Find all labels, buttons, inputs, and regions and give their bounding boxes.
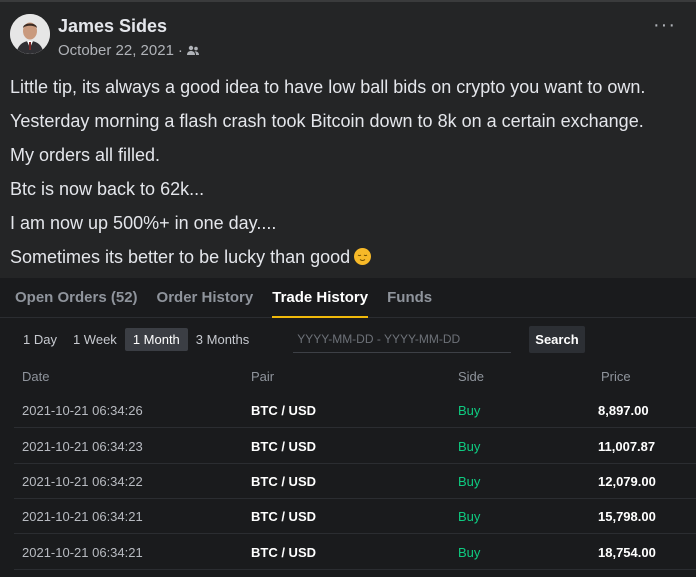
post-line-last: Sometimes its better to be lucky than go…: [10, 240, 690, 274]
table-row: 2021-10-21 06:34:26 BTC / USD Buy 8,897.…: [14, 392, 696, 428]
date-range-input[interactable]: [293, 325, 512, 353]
tab-order-history[interactable]: Order History: [157, 289, 254, 306]
trade-date: 2021-10-21 06:34:21: [22, 509, 143, 524]
trade-price: 18,754.00: [598, 545, 656, 560]
trade-side: Buy: [458, 403, 481, 418]
trade-side: Buy: [458, 439, 481, 454]
profile-photo-icon: [10, 14, 50, 54]
post-line: Little tip, its always a good idea to ha…: [10, 77, 646, 97]
trade-price: 12,079.00: [598, 474, 656, 489]
friends-icon[interactable]: [186, 45, 199, 56]
post-top-border: [0, 0, 696, 2]
author-name[interactable]: James Sides: [58, 16, 167, 37]
tab-open-orders[interactable]: Open Orders (52): [15, 289, 138, 306]
post-meta: October 22, 2021 ·: [58, 42, 199, 59]
search-button[interactable]: Search: [529, 325, 585, 353]
date-filters: 1 Day 1 Week 1 Month 3 Months Search: [0, 324, 696, 354]
trade-side: Buy: [458, 545, 481, 560]
trade-date: 2021-10-21 06:34:21: [22, 545, 143, 560]
tab-trade-history[interactable]: Trade History: [272, 289, 368, 318]
table-row: 2021-10-21 06:34:21 BTC / USD Buy 15,798…: [14, 498, 696, 534]
column-header-side: Side: [458, 369, 485, 384]
tab-funds[interactable]: Funds: [387, 289, 432, 306]
post-line: Yesterday morning a flash crash took Bit…: [10, 111, 644, 131]
trade-date: 2021-10-21 06:34:23: [22, 439, 143, 454]
range-1-month[interactable]: 1 Month: [124, 327, 188, 351]
table-row: 2021-10-21 06:34:23 BTC / USD Buy 11,007…: [14, 428, 696, 464]
post-line-text: Sometimes its better to be lucky than go…: [10, 247, 351, 267]
column-header-date: Date: [22, 369, 50, 384]
trade-pair: BTC / USD: [251, 439, 316, 454]
trade-side: Buy: [458, 509, 481, 524]
table-row: 2021-10-21 06:34:21 BTC / USD Buy 18,754…: [14, 534, 696, 570]
trade-history-screenshot: Open Orders (52) Order History Trade His…: [0, 278, 696, 577]
meta-separator: ·: [177, 42, 183, 59]
more-options-icon[interactable]: ···: [653, 15, 676, 35]
post-line: Btc is now back to 62k...: [10, 179, 205, 199]
post-line: I am now up 500%+ in one day....: [10, 213, 277, 233]
trade-pair: BTC / USD: [251, 509, 316, 524]
trade-date: 2021-10-21 06:34:22: [22, 474, 143, 489]
column-header-pair: Pair: [251, 369, 275, 384]
column-header-price: Price: [601, 369, 631, 384]
trade-side: Buy: [458, 474, 481, 489]
trade-pair: BTC / USD: [251, 474, 316, 489]
trade-price: 8,897.00: [598, 403, 649, 418]
avatar[interactable]: [10, 14, 50, 54]
trade-price: 15,798.00: [598, 509, 656, 524]
post-date[interactable]: October 22, 2021: [58, 42, 174, 59]
trade-date: 2021-10-21 06:34:26: [22, 403, 143, 418]
table-row: 2021-10-21 06:34:22 BTC / USD Buy 12,079…: [14, 463, 696, 499]
post-line: My orders all filled.: [10, 145, 161, 165]
range-1-week[interactable]: 1 Week: [65, 328, 125, 351]
order-tabs: Open Orders (52) Order History Trade His…: [0, 278, 696, 318]
range-1-day[interactable]: 1 Day: [15, 328, 65, 351]
trade-price: 11,007.87: [598, 439, 656, 454]
relieved-face-emoji-icon: [354, 248, 372, 265]
trade-pair: BTC / USD: [251, 403, 316, 418]
post-body: Little tip, its always a good idea to ha…: [10, 70, 690, 274]
trade-pair: BTC / USD: [251, 545, 316, 560]
range-3-months[interactable]: 3 Months: [188, 328, 257, 351]
